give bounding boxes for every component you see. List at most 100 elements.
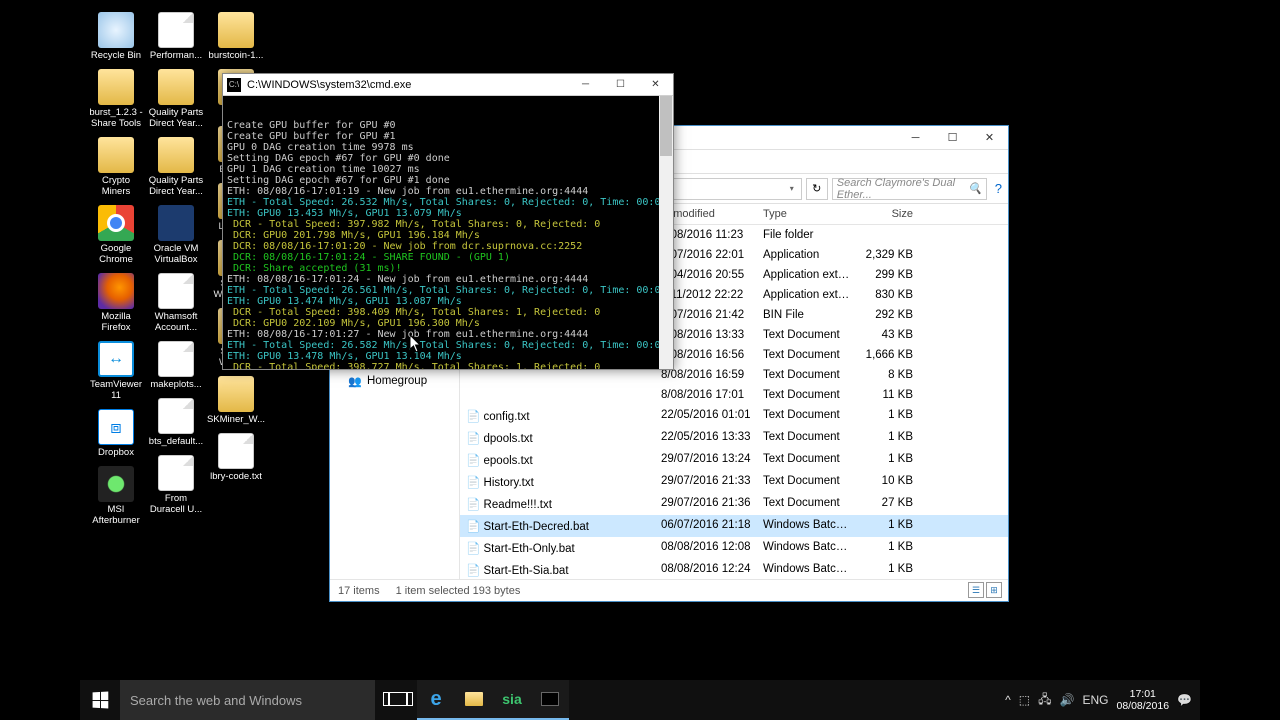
tv-ic-icon [98, 341, 134, 377]
clock[interactable]: 17:01 08/08/2016 [1116, 688, 1169, 712]
terminal-line: ETH - Total Speed: 26.561 Mh/s, Total Sh… [227, 285, 669, 296]
desktop-icon[interactable]: Recycle Bin [87, 12, 145, 61]
scrollbar-thumb[interactable] [660, 96, 672, 156]
terminal-line: DCR: Share accepted (31 ms)! [227, 263, 669, 274]
desktop-icon[interactable]: Performan... [147, 12, 205, 61]
terminal-line: GPU 1 DAG creation time 10027 ms [227, 164, 669, 175]
cmd-taskbar-button[interactable] [531, 680, 569, 720]
file-icon [158, 12, 194, 48]
chevron-down-icon[interactable]: ▾ [790, 184, 794, 193]
file-icon [158, 455, 194, 491]
folder-icon [218, 376, 254, 412]
tray-icon[interactable]: ⬚ [1019, 693, 1030, 707]
item-count: 17 items [338, 585, 380, 597]
start-button[interactable] [80, 680, 120, 720]
selection-info: 1 item selected 193 bytes [396, 585, 521, 597]
details-view-button[interactable]: ☰ [968, 582, 984, 598]
folder-icon [158, 69, 194, 105]
terminal-line: Setting DAG epoch #67 for GPU #0 done [227, 153, 669, 164]
terminal-line: DCR: 08/08/16-17:01:24 - SHARE FOUND - (… [227, 252, 669, 263]
help-icon[interactable]: ? [995, 181, 1002, 196]
vbox-ic-icon [158, 205, 194, 241]
desktop-icon[interactable]: SKMiner_W... [207, 376, 265, 425]
show-hidden-icons[interactable]: ^ [1005, 693, 1011, 707]
file-row[interactable]: 📄 config.txt22/05/2016 01:01Text Documen… [460, 405, 1008, 427]
terminal-line: ETH: GPU0 13.474 Mh/s, GPU1 13.087 Mh/s [227, 296, 669, 307]
file-row[interactable]: 8/08/2016 17:01Text Document11 KB [460, 385, 1008, 405]
file-row[interactable]: 📄 Start-Eth-Decred.bat06/07/2016 21:18Wi… [460, 515, 1008, 537]
action-center-icon[interactable]: 💬 [1177, 693, 1192, 707]
folder-icon [98, 137, 134, 173]
explorer-taskbar-button[interactable] [455, 680, 493, 720]
desktop-icon[interactable]: TeamViewer 11 [87, 341, 145, 401]
desktop-icon[interactable]: bts_default... [147, 398, 205, 447]
cmd-window: C:\ C:\WINDOWS\system32\cmd.exe ─ ☐ ✕ Cr… [222, 73, 674, 370]
folder-icon [465, 692, 483, 706]
desktop-icon[interactable]: Crypto Miners [87, 137, 145, 197]
file-row[interactable]: 📄 dpools.txt22/05/2016 13:33Text Documen… [460, 427, 1008, 449]
terminal-line: DCR - Total Speed: 397.982 Mh/s, Total S… [227, 219, 669, 230]
chrome-ic-icon [98, 205, 134, 241]
network-icon[interactable]: 🖧 [1038, 690, 1051, 711]
edge-taskbar-button[interactable]: e [417, 680, 455, 720]
cmd-titlebar[interactable]: C:\ C:\WINDOWS\system32\cmd.exe ─ ☐ ✕ [223, 74, 673, 96]
task-view-button[interactable] [379, 680, 417, 720]
edge-icon: e [430, 688, 441, 711]
search-input[interactable]: Search Claymore's Dual Ether... 🔍 [832, 178, 987, 200]
maximize-button[interactable]: ☐ [934, 126, 971, 150]
refresh-button[interactable]: ↻ [806, 178, 828, 200]
recycle-bin-icon [98, 12, 134, 48]
desktop-icon[interactable]: From Duracell U... [147, 455, 205, 515]
desktop-icon[interactable]: burst_1.2.3 - Share Tools [87, 69, 145, 129]
volume-icon[interactable]: 🔊 [1060, 693, 1075, 707]
close-button[interactable]: ✕ [971, 126, 1008, 150]
terminal-line: DCR - Total Speed: 398.727 Mh/s, Total S… [227, 362, 669, 369]
desktop-icon[interactable]: lbry-code.txt [207, 433, 265, 482]
taskview-icon [389, 692, 407, 706]
file-icon [158, 398, 194, 434]
desktop-icon[interactable]: Oracle VM VirtualBox [147, 205, 205, 265]
cortana-search[interactable]: Search the web and Windows [120, 680, 375, 720]
maximize-button[interactable]: ☐ [603, 74, 638, 96]
terminal-line: DCR: 08/08/16-17:01:20 - New job from dc… [227, 241, 669, 252]
desktop-icon[interactable]: Dropbox [87, 409, 145, 458]
file-row[interactable]: 📄 epools.txt29/07/2016 13:24Text Documen… [460, 449, 1008, 471]
close-button[interactable]: ✕ [638, 74, 673, 96]
scrollbar[interactable] [659, 96, 673, 369]
desktop-icon[interactable]: MSI Afterburner [87, 466, 145, 526]
sia-taskbar-button[interactable]: sia [493, 680, 531, 720]
taskbar: Search the web and Windows e sia ^ ⬚ 🖧 🔊… [80, 680, 1200, 720]
desktop-icon[interactable]: makeplots... [147, 341, 205, 390]
desktop-icon[interactable]: Google Chrome [87, 205, 145, 265]
desktop-icon[interactable]: Whamsoft Account... [147, 273, 205, 333]
terminal-line: DCR: GPU0 202.109 Mh/s, GPU1 196.300 Mh/… [227, 318, 669, 329]
desktop-icon[interactable]: burstcoin-1... [207, 12, 265, 61]
file-row[interactable]: 📄 Start-Eth-Only.bat08/08/2016 12:08Wind… [460, 537, 1008, 559]
terminal-line: DCR - Total Speed: 398.409 Mh/s, Total S… [227, 307, 669, 318]
desktop-icon[interactable]: Quality Parts Direct Year... [147, 137, 205, 197]
desktop-icon[interactable]: Quality Parts Direct Year... [147, 69, 205, 129]
terminal-line: ETH - Total Speed: 26.582 Mh/s, Total Sh… [227, 340, 669, 351]
cmd-icon: C:\ [227, 78, 241, 92]
windows-logo-icon [93, 692, 109, 709]
cmd-icon [541, 692, 559, 706]
sia-icon: sia [502, 691, 521, 707]
cmd-title-text: C:\WINDOWS\system32\cmd.exe [247, 79, 568, 91]
minimize-button[interactable]: ─ [568, 74, 603, 96]
db-ic-icon [98, 409, 134, 445]
file-row[interactable]: 📄 Start-Eth-Sia.bat08/08/2016 12:24Windo… [460, 559, 1008, 579]
terminal-line: ETH: 08/08/16-17:01:19 - New job from eu… [227, 186, 669, 197]
file-row[interactable]: 📄 Readme!!!.txt29/07/2016 21:36Text Docu… [460, 493, 1008, 515]
tree-item[interactable]: 👥Homegroup [330, 372, 459, 390]
status-bar: 17 items 1 item selected 193 bytes [330, 579, 1008, 601]
terminal-line: ETH: 08/08/16-17:01:24 - New job from eu… [227, 274, 669, 285]
minimize-button[interactable]: ─ [897, 126, 934, 150]
terminal-output[interactable]: Create GPU buffer for GPU #0Create GPU b… [223, 96, 673, 369]
system-tray: ^ ⬚ 🖧 🔊 ENG 17:01 08/08/2016 💬 [1005, 688, 1200, 712]
folder-icon [158, 137, 194, 173]
file-row[interactable]: 📄 History.txt29/07/2016 21:33Text Docume… [460, 471, 1008, 493]
language-indicator[interactable]: ENG [1082, 693, 1108, 707]
icons-view-button[interactable]: ⊞ [986, 582, 1002, 598]
terminal-line: DCR: GPU0 201.798 Mh/s, GPU1 196.184 Mh/… [227, 230, 669, 241]
desktop-icon[interactable]: Mozilla Firefox [87, 273, 145, 333]
